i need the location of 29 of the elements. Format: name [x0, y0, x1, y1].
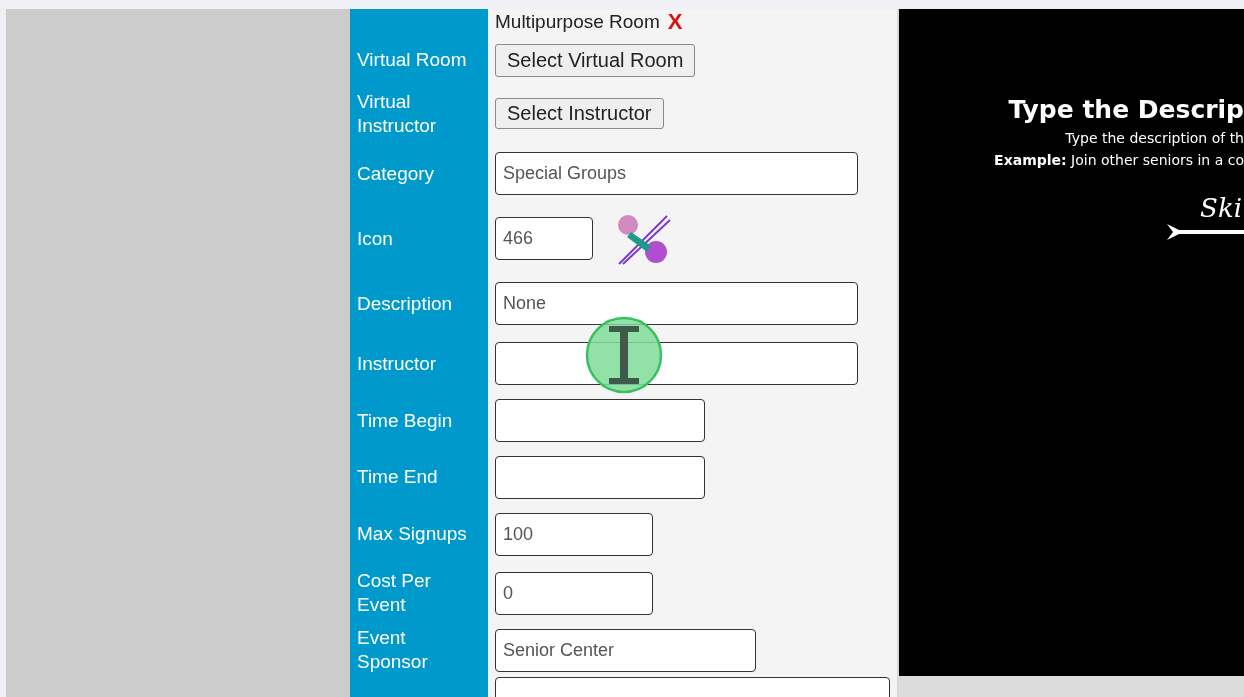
input-field[interactable] [495, 399, 705, 442]
field-label: Instructor [357, 351, 437, 376]
field-label: Description [357, 291, 453, 316]
field-label: Virtual Room [357, 48, 467, 72]
text-cursor-icon [585, 316, 663, 394]
select-button[interactable]: Select Instructor [495, 98, 664, 129]
input-field[interactable]: Senior Center [495, 628, 756, 672]
field-label: Category [357, 161, 435, 186]
room-name: Multipurpose Room [495, 11, 660, 33]
input-field[interactable]: 100 [495, 512, 653, 556]
remove-mark[interactable]: X [667, 9, 683, 35]
field-label: Cost Per Event [357, 569, 432, 617]
panel-subtitle: Type the description of th [1065, 129, 1244, 148]
input-field[interactable]: 0 [495, 571, 653, 615]
field-label: Event Sponsor [357, 626, 429, 674]
input-field[interactable]: 466 [495, 217, 593, 260]
input-field[interactable] [495, 455, 705, 499]
example-text: Example: Join other seniors in a co [994, 151, 1244, 170]
field-label: Virtual Instructor [357, 89, 438, 138]
input-field[interactable]: None [495, 282, 858, 325]
input-field[interactable]: Special Groups [495, 152, 858, 195]
field-label: Time Begin [357, 408, 453, 433]
field-label: Max Signups [357, 522, 467, 546]
select-button[interactable]: Select Virtual Room [495, 43, 696, 77]
field-label: Time End [357, 465, 438, 489]
skip-link[interactable]: Ski [1200, 193, 1242, 223]
field-label: Icon [357, 226, 393, 251]
panel-title: Type the Descrip [1008, 94, 1244, 126]
arrow-icon [1167, 223, 1244, 241]
